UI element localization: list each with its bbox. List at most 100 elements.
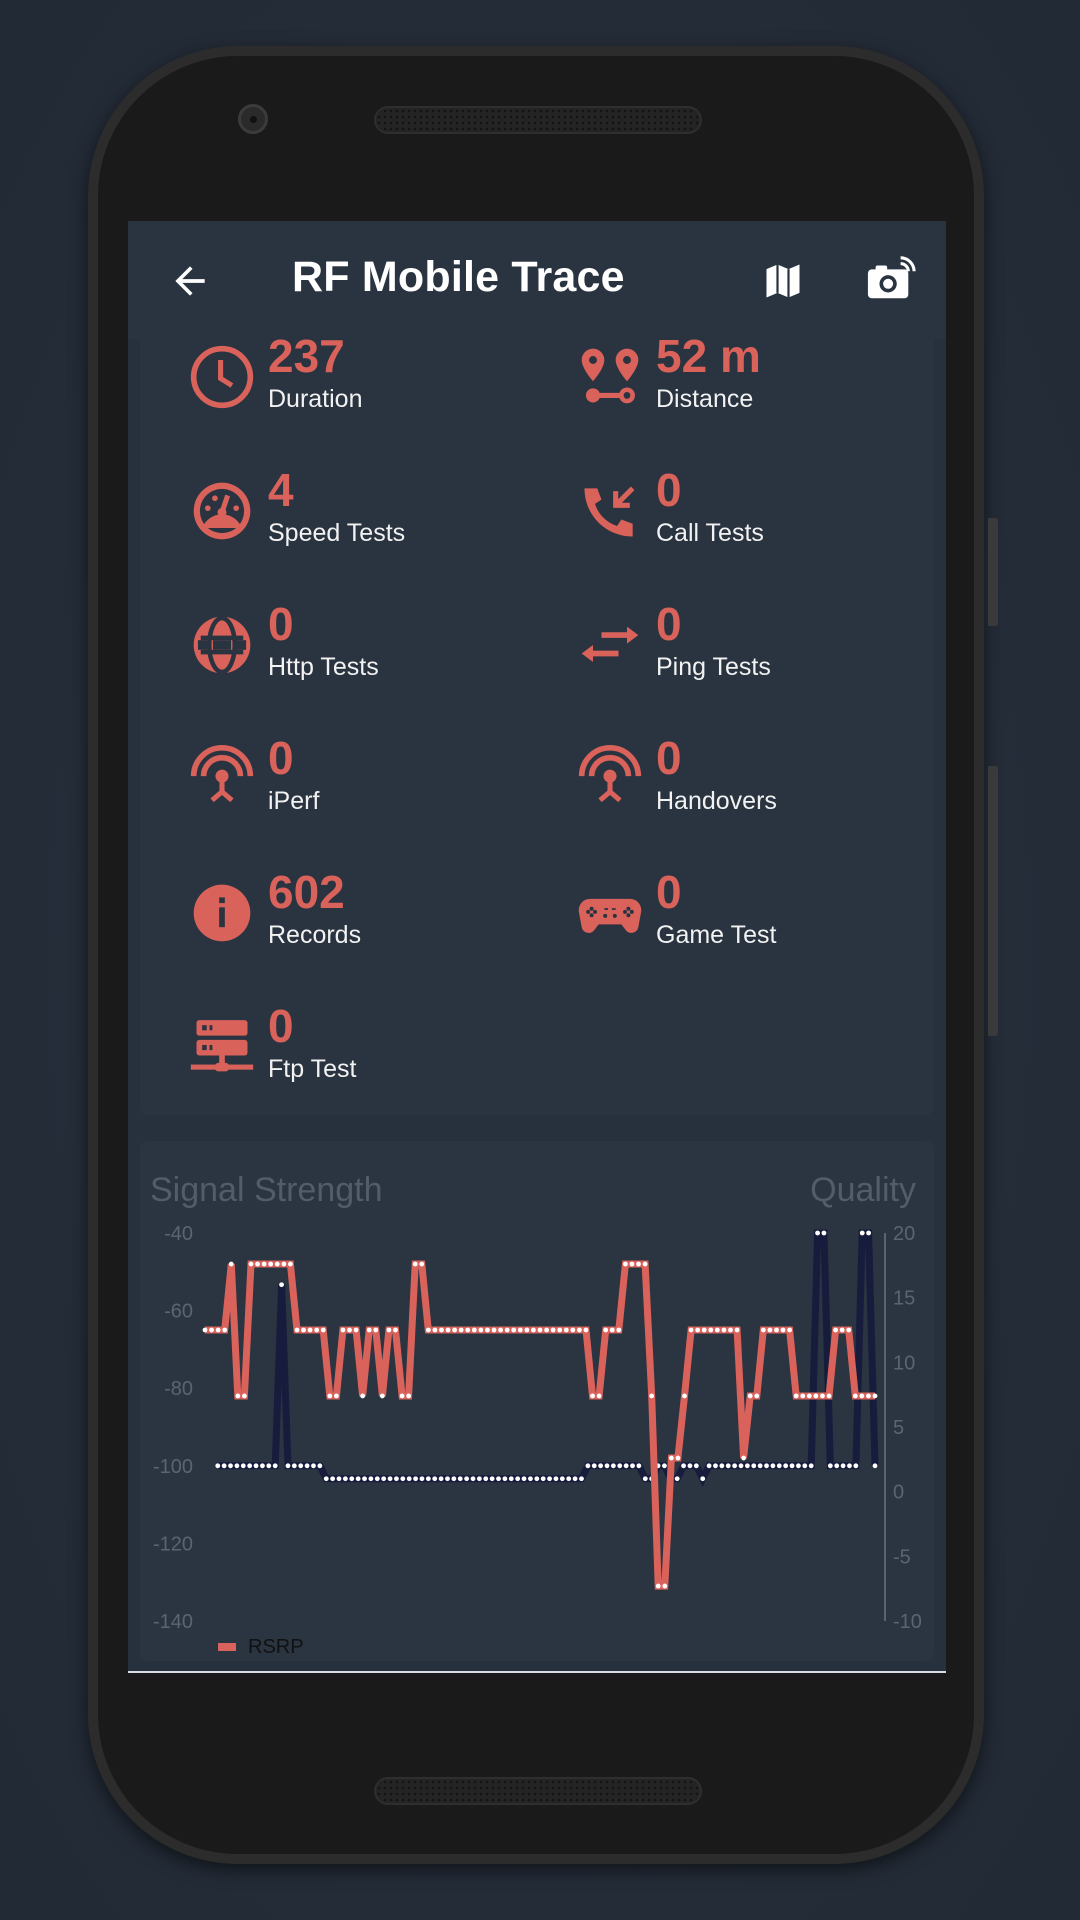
quality-series-point [387, 1476, 393, 1482]
rsrp-series-point [826, 1393, 832, 1399]
left-axis-tick: -140 [153, 1611, 193, 1633]
rsrp-series-point [688, 1327, 694, 1333]
stat-call-tests: 0 Call Tests [576, 464, 946, 579]
stat-value: 52 m [656, 330, 761, 382]
quality-series-point [489, 1476, 495, 1482]
quality-series-point [827, 1463, 833, 1469]
quality-series-point [610, 1463, 616, 1469]
rsrp-series-point [662, 1583, 668, 1589]
right-axis-tick: -10 [893, 1611, 922, 1633]
rsrp-series-point [222, 1327, 228, 1333]
map-icon[interactable] [760, 259, 806, 303]
camera-wireless-icon[interactable] [866, 255, 916, 303]
stat-iperf: 0 iPerf [188, 732, 568, 847]
rsrp-series-point [340, 1327, 346, 1333]
rsrp-series-point [425, 1327, 431, 1333]
rsrp-series-point [406, 1393, 412, 1399]
quality-series-point [298, 1463, 304, 1469]
rsrp-series-point [228, 1261, 234, 1267]
left-axis-tick: -60 [164, 1301, 193, 1323]
rsrp-series-point [445, 1327, 451, 1333]
stat-value: 0 [656, 464, 682, 516]
rsrp-series-point [557, 1327, 563, 1333]
rsrp-series-point [747, 1393, 753, 1399]
stat-value: 0 [268, 598, 294, 650]
quality-series-point [355, 1476, 361, 1482]
left-axis-tick: -40 [164, 1223, 193, 1245]
quality-series-point [464, 1476, 470, 1482]
rsrp-series-point [485, 1327, 490, 1333]
rsrp-series-point [629, 1261, 635, 1267]
stat-label: Ftp Test [268, 1055, 357, 1083]
stat-duration: 237 Duration [188, 330, 568, 445]
quality-series-point [840, 1463, 846, 1469]
rsrp-series-point [846, 1327, 852, 1333]
rsrp-series-point [261, 1261, 267, 1267]
quality-series-point [451, 1476, 457, 1482]
rsrp-series-point [701, 1327, 707, 1333]
signal-chart[interactable]: -40 -60 -80 -100 -120 -140 20 15 10 5 0 -5 -10 RSRP [140, 1141, 934, 1661]
front-camera [238, 104, 268, 134]
quality-series-point [528, 1476, 533, 1482]
quality-series-point [349, 1476, 355, 1482]
quality-series-point [508, 1476, 514, 1482]
quality-series-point [521, 1476, 527, 1482]
rsrp-series-point [793, 1393, 799, 1399]
screen: RF Mobile Trace 237 Duration 52 m Distan… [128, 221, 946, 1672]
clock-icon [190, 345, 254, 409]
rsrp-series-point [373, 1327, 379, 1333]
rsrp-series-point [320, 1327, 326, 1333]
rsrp-series-point [347, 1327, 352, 1333]
rsrp-series-point [603, 1327, 609, 1333]
globe-icon [193, 615, 251, 675]
quality-series-point [566, 1476, 572, 1482]
rsrp-series-point [721, 1327, 727, 1333]
rsrp-series-point [471, 1327, 477, 1333]
quality-series-point [476, 1476, 482, 1482]
rsrp-series-point [307, 1327, 313, 1333]
rsrp-series-point [695, 1327, 701, 1333]
stats-card: 237 Duration 52 m Distance 4 Speed Tests [140, 330, 934, 1115]
quality-series-point [700, 1476, 706, 1482]
quality-series-point [821, 1230, 827, 1236]
page-title: RF Mobile Trace [292, 253, 625, 301]
rsrp-series-point [524, 1327, 530, 1333]
quality-series-point [859, 1230, 865, 1236]
quality-series-point [802, 1463, 808, 1469]
bottom-speaker [374, 1777, 702, 1805]
rsrp-series-point [248, 1261, 254, 1267]
rsrp-series-point [366, 1327, 372, 1333]
rsrp-series-point [590, 1393, 595, 1399]
rsrp-series-line [205, 1260, 875, 1590]
stat-value: 0 [656, 598, 682, 650]
rsrp-series-point [767, 1327, 773, 1333]
stat-label: Records [268, 921, 362, 949]
quality-series-point [847, 1463, 852, 1469]
rsrp-series-point [301, 1327, 306, 1333]
rsrp-series-point [412, 1261, 418, 1267]
stat-speed-tests: 4 Speed Tests [188, 464, 568, 579]
rsrp-series-point [209, 1327, 214, 1333]
quality-series-point [834, 1463, 840, 1469]
quality-series-point [547, 1476, 552, 1482]
rsrp-series-point [544, 1327, 549, 1333]
stat-label: Duration [268, 385, 363, 413]
quality-series-point [336, 1476, 342, 1482]
stat-label: Handovers [656, 787, 777, 815]
rsrp-series-point [517, 1327, 523, 1333]
rsrp-series-point [537, 1327, 543, 1333]
rsrp-series-point [550, 1327, 556, 1333]
quality-series-point [681, 1463, 686, 1469]
stat-game-test: 0 Game Test [576, 866, 946, 981]
quality-series-point [713, 1463, 718, 1469]
quality-series-point [272, 1463, 278, 1469]
rsrp-series-point [281, 1261, 287, 1267]
stat-ftp-test: 0 Ftp Test [188, 1000, 568, 1115]
rsrp-series-point [583, 1327, 589, 1333]
rsrp-series-point [255, 1261, 260, 1267]
arrow-left-icon[interactable] [168, 259, 212, 303]
quality-series-point [764, 1463, 769, 1469]
rsrp-series-point [498, 1327, 503, 1333]
rsrp-series-point [734, 1327, 740, 1333]
rsrp-series-point [872, 1393, 878, 1399]
